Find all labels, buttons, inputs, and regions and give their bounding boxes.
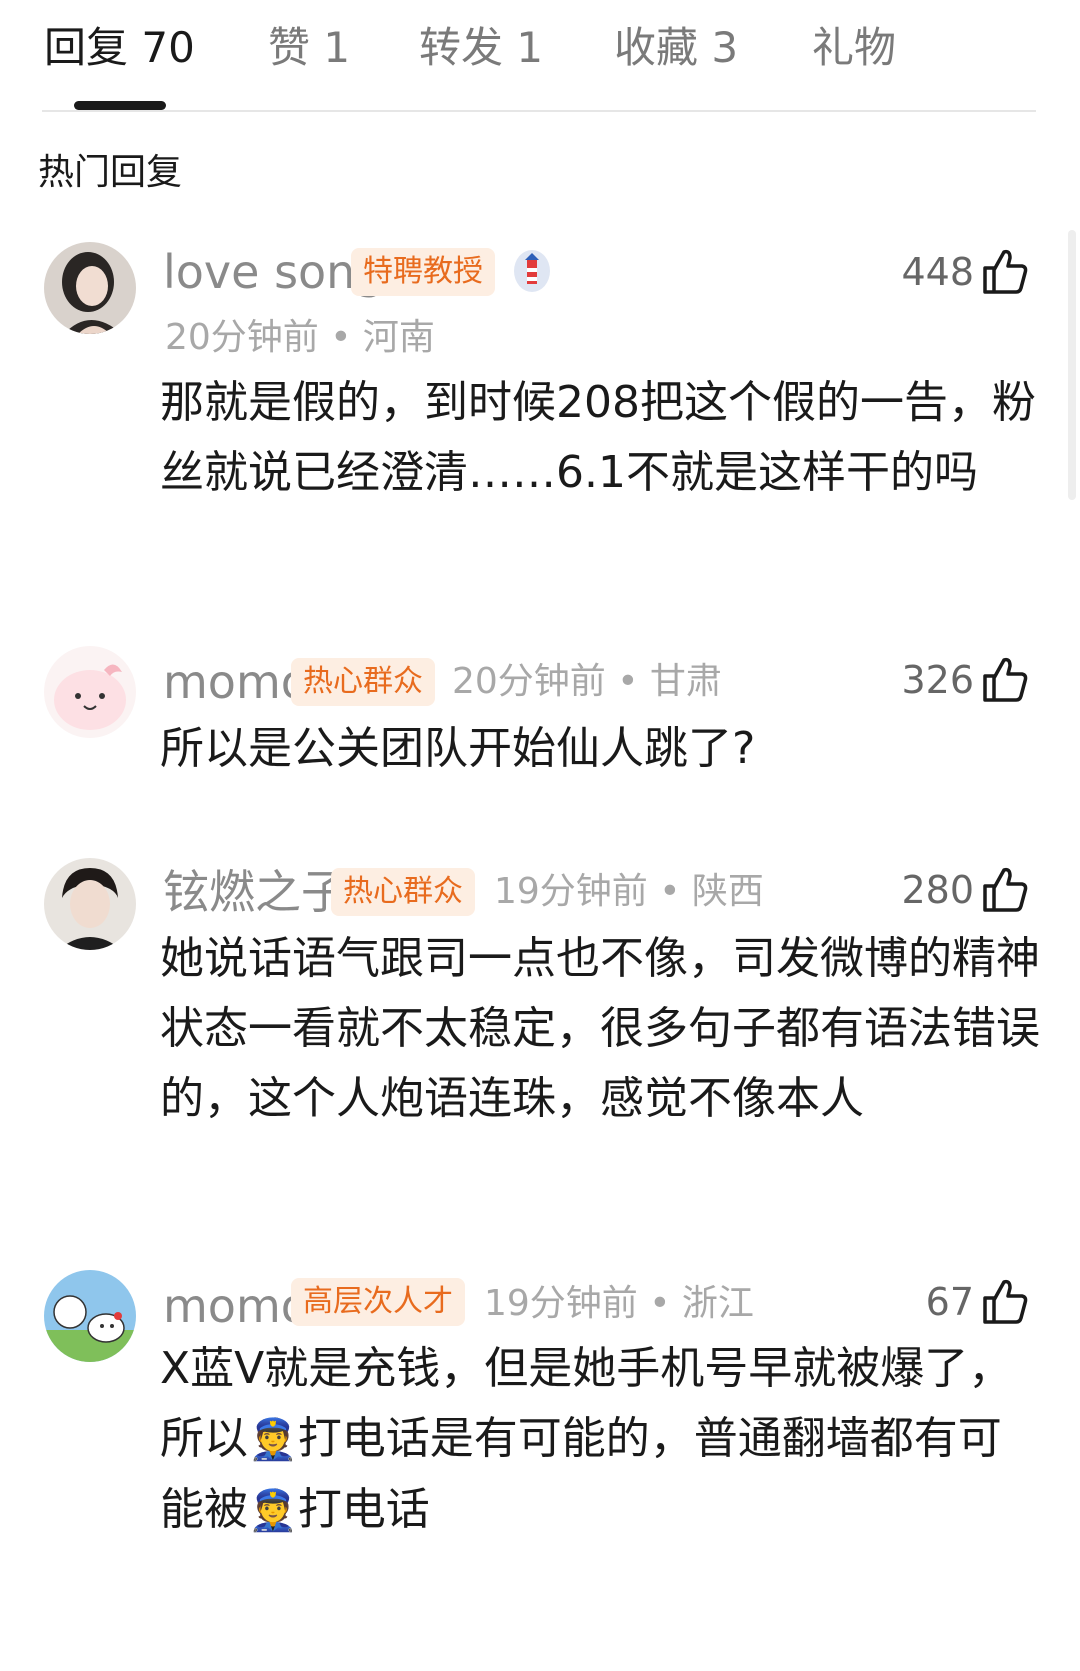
text-segment: 打电话 <box>297 1484 430 1535</box>
comment-text: X蓝V就是充钱，但是她手机号早就被爆了，所以👮打电话是有可能的，普通翻墙都有可能… <box>160 1334 1040 1546</box>
avatar[interactable] <box>44 242 136 334</box>
avatar[interactable] <box>44 858 136 950</box>
tab-reposts[interactable]: 转发 1 <box>419 22 543 74</box>
username[interactable]: momo <box>163 654 309 710</box>
comment-meta: 19分钟前 • 陕西 <box>494 871 764 912</box>
scrollbar[interactable] <box>1068 230 1076 500</box>
thumbs-up-icon[interactable] <box>980 1276 1030 1326</box>
tab-favorites[interactable]: 收藏 3 <box>614 22 738 74</box>
lighthouse-level-icon <box>512 248 552 294</box>
avatar[interactable] <box>44 646 136 738</box>
user-badge: 特聘教授 <box>351 248 495 296</box>
comment-meta: 20分钟前 • 河南 <box>165 317 435 358</box>
like-count: 326 <box>901 658 974 702</box>
section-title: 热门回复 <box>38 152 183 193</box>
username[interactable]: 铉燃之子 <box>163 864 347 920</box>
user-badge: 热心群众 <box>331 868 475 916</box>
user-badge: 热心群众 <box>291 658 435 706</box>
like-count: 448 <box>901 250 974 294</box>
police-officer-icon: 👮 <box>248 1488 298 1534</box>
thumbs-up-icon[interactable] <box>980 864 1030 914</box>
thumbs-up-icon[interactable] <box>980 246 1030 296</box>
tab-likes[interactable]: 赞 1 <box>268 22 350 74</box>
username[interactable]: momo <box>163 1278 309 1334</box>
like-count: 280 <box>901 868 974 912</box>
comment-meta: 20分钟前 • 甘肃 <box>452 661 722 702</box>
thumbs-up-icon[interactable] <box>980 654 1030 704</box>
police-officer-icon: 👮 <box>248 1417 298 1463</box>
tab-bar: 回复 70 赞 1 转发 1 收藏 3 礼物 <box>42 0 1036 112</box>
avatar[interactable] <box>44 1270 136 1362</box>
tab-gifts[interactable]: 礼物 <box>812 22 896 74</box>
comment-text: 所以是公关团队开始仙人跳了? <box>160 723 756 774</box>
tab-replies[interactable]: 回复 70 <box>44 22 195 74</box>
user-badge: 高层次人才 <box>291 1278 465 1326</box>
active-tab-indicator <box>74 101 166 110</box>
comment-text: 那就是假的，到时候208把这个假的一告，粉丝就说已经澄清……6.1不就是这样干的… <box>160 377 1036 498</box>
like-count: 67 <box>925 1280 974 1324</box>
comment-text: 她说话语气跟司一点也不像，司发微博的精神状态一看就不太稳定，很多句子都有语法错误… <box>160 933 1040 1124</box>
comment-meta: 19分钟前 • 浙江 <box>484 1283 754 1324</box>
